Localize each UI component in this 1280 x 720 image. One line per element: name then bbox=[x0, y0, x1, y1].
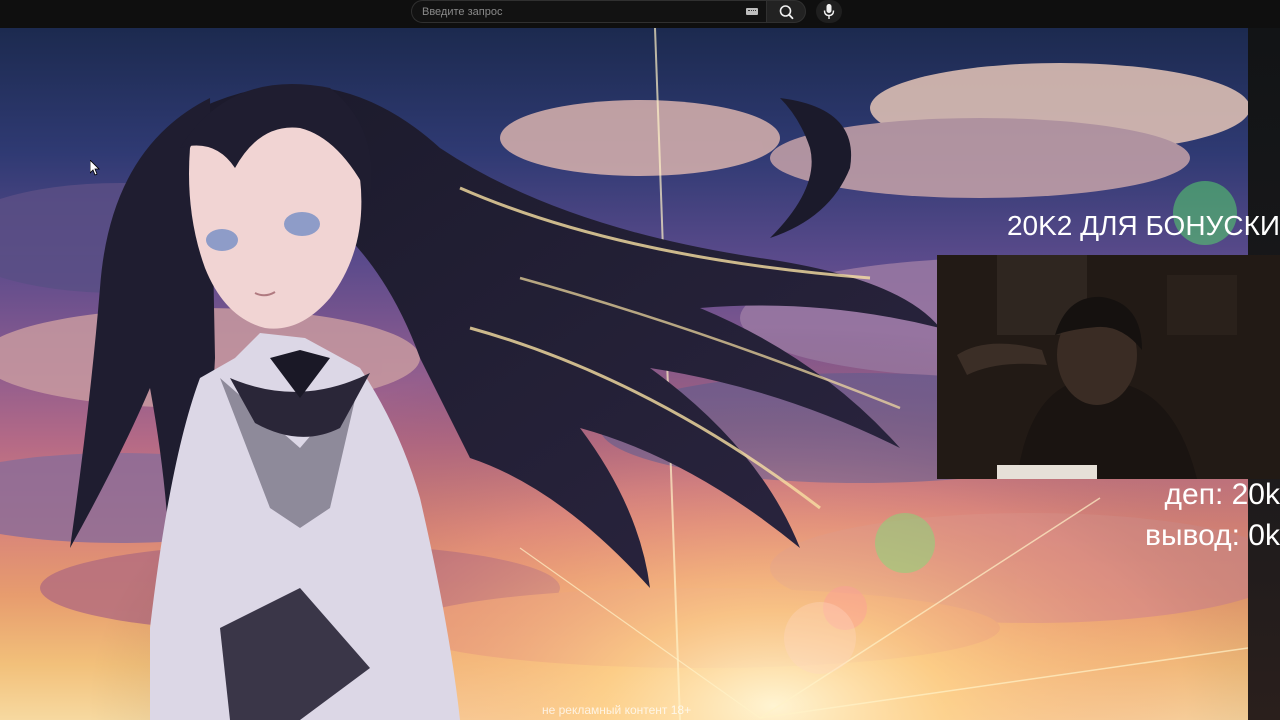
voice-search-button[interactable] bbox=[816, 0, 842, 23]
search-icon bbox=[779, 5, 794, 20]
search-button[interactable] bbox=[766, 0, 806, 23]
keyboard-icon[interactable] bbox=[746, 8, 758, 15]
top-bar bbox=[0, 0, 1280, 28]
stream-overlay-title: 20K2 ДЛЯ БОНУСКИ bbox=[1006, 210, 1280, 241]
streamer-silhouette bbox=[937, 255, 1280, 479]
video-disclaimer: не рекламный контент 18+ bbox=[542, 703, 692, 717]
mouse-cursor-icon bbox=[90, 160, 100, 176]
webcam-feed bbox=[937, 255, 1280, 479]
search-box[interactable] bbox=[411, 0, 766, 23]
mic-icon bbox=[823, 4, 835, 19]
search-input[interactable] bbox=[422, 1, 742, 22]
withdraw-stat: вывод: 0k bbox=[1145, 519, 1280, 552]
deposit-stat: деп: 20k bbox=[1164, 478, 1280, 511]
